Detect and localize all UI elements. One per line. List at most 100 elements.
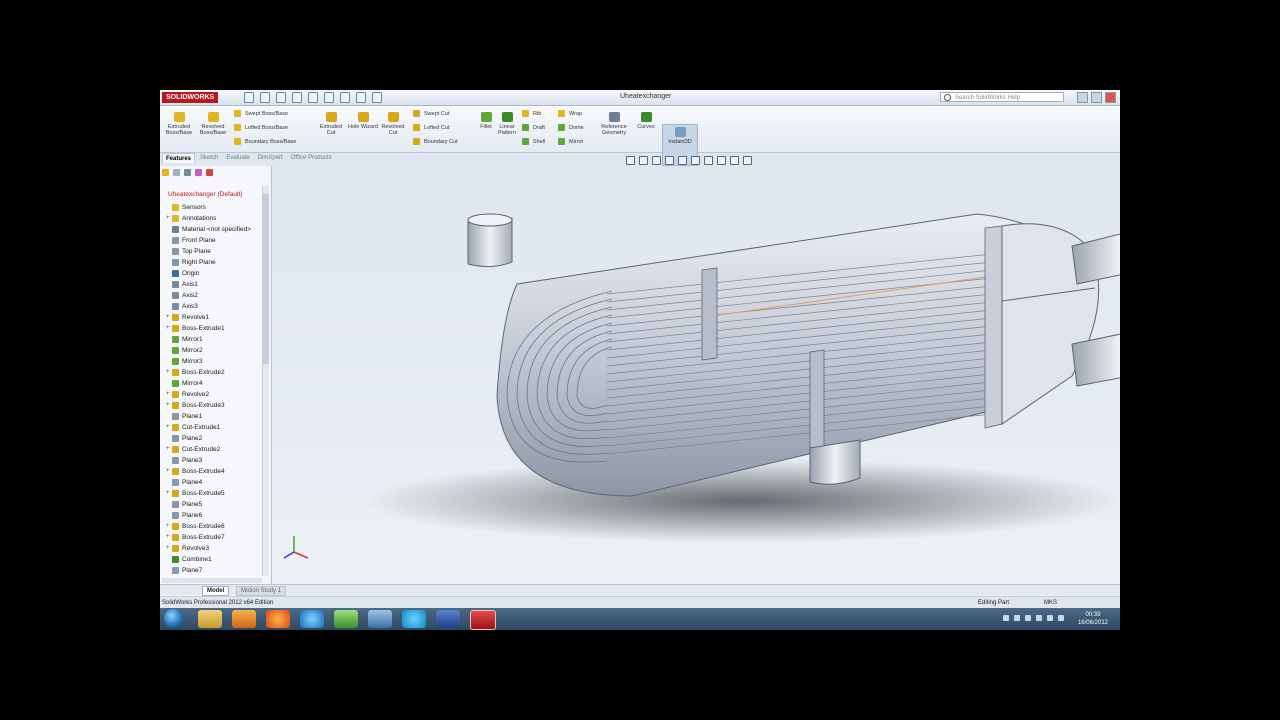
desktop-icon[interactable] [368,610,392,628]
tree-item[interactable]: Mirror2 [166,345,262,356]
tree-item[interactable]: + Cut-Extrude2 [166,444,262,455]
draft-button[interactable]: Draft [522,124,545,131]
rib-button[interactable]: Rib [522,110,541,117]
fillet-button[interactable]: Fillet [476,112,496,130]
hole-wizard-button[interactable]: Hole Wizard [348,112,378,130]
swept-boss-button[interactable]: Swept Boss/Base [234,110,288,117]
tree-item[interactable]: Top Plane [166,246,262,257]
tree-item[interactable]: + Boss-Extrude3 [166,400,262,411]
swept-cut-button[interactable]: Swept Cut [413,110,449,117]
select-icon[interactable] [324,92,334,103]
extruded-cut-button[interactable]: Extruded Cut [316,112,346,136]
tab-sketch[interactable]: Sketch [197,153,221,163]
tree-item[interactable]: + Annotations [166,213,262,224]
tree-item[interactable]: Plane7 [166,565,262,576]
tree-root-part[interactable]: Uheatexchanger (Default) [168,191,242,198]
dimxpert-manager-tab-icon[interactable] [195,169,202,176]
view-orientation-icon[interactable] [678,156,687,165]
tree-item[interactable]: + Boss-Extrude6 [166,521,262,532]
tree-item[interactable]: + Revolve1 [166,312,262,323]
dome-button[interactable]: Dome [558,124,584,131]
curves-button[interactable]: Curves [634,112,658,130]
tree-item[interactable]: + Cut-Extrude1 [166,422,262,433]
print-icon[interactable] [292,92,302,103]
feature-tree-tab-icon[interactable] [162,169,169,176]
tab-model[interactable]: Model [202,586,230,596]
start-button[interactable] [164,609,183,628]
tree-item[interactable]: Mirror1 [166,334,262,345]
property-manager-tab-icon[interactable] [173,169,180,176]
tree-item[interactable]: Plane3 [166,455,262,466]
tree-item[interactable]: Axis3 [166,301,262,312]
tree-item[interactable]: + Boss-Extrude4 [166,466,262,477]
open-icon[interactable] [260,92,270,103]
tree-item[interactable]: Combine1 [166,554,262,565]
reference-geometry-button[interactable]: Reference Geometry [596,112,632,136]
previous-view-icon[interactable] [652,156,661,165]
tree-item[interactable]: Axis1 [166,279,262,290]
signal-icon[interactable] [1047,615,1053,621]
flag-icon[interactable] [1014,615,1020,621]
display-style-icon[interactable] [691,156,700,165]
solidworks-logo[interactable]: SOLIDWORKS [162,92,219,103]
view-settings-icon[interactable] [743,156,752,165]
tree-item[interactable]: Sensors [166,202,262,213]
tab-dimxpert[interactable]: DimXpert [255,153,286,163]
skype-icon[interactable] [402,610,426,628]
tree-item[interactable]: Origin [166,268,262,279]
hide-show-items-icon[interactable] [704,156,713,165]
options-icon[interactable] [372,92,382,103]
lofted-boss-button[interactable]: Lofted Boss/Base [234,124,288,131]
scrollbar-thumb[interactable] [263,194,269,364]
boundary-boss-button[interactable]: Boundary Boss/Base [234,138,296,145]
maximize-button[interactable] [1091,92,1102,103]
tree-item[interactable]: Mirror4 [166,378,262,389]
tab-office-products[interactable]: Office Products [288,153,335,163]
section-view-icon[interactable] [665,156,674,165]
rebuild-icon[interactable] [340,92,350,103]
tree-item[interactable]: + Boss-Extrude5 [166,488,262,499]
tree-item[interactable]: Material <not specified> [166,224,262,235]
wrap-button[interactable]: Wrap [558,110,582,117]
explorer-icon[interactable] [198,610,222,628]
tree-item[interactable]: + Boss-Extrude2 [166,367,262,378]
tree-item[interactable]: Right Plane [166,257,262,268]
configuration-manager-tab-icon[interactable] [184,169,191,176]
minimize-button[interactable] [1077,92,1088,103]
tree-item[interactable]: Front Plane [166,235,262,246]
file-properties-icon[interactable] [356,92,366,103]
tree-item[interactable]: + Boss-Extrude7 [166,532,262,543]
revolved-cut-button[interactable]: Revolved Cut [378,112,408,136]
tree-item[interactable]: Axis2 [166,290,262,301]
tree-item[interactable]: + Boss-Extrude1 [166,323,262,334]
heat-exchanger-model[interactable] [272,166,1120,600]
internet-explorer-icon[interactable] [300,610,324,628]
edit-appearance-icon[interactable] [717,156,726,165]
tree-item[interactable]: Plane6 [166,510,262,521]
display-manager-tab-icon[interactable] [206,169,213,176]
boundary-cut-button[interactable]: Boundary Cut [413,138,458,145]
close-button[interactable] [1105,92,1116,103]
help-search-input[interactable]: Search SolidWorks Help [940,92,1064,102]
feature-tree-scrollbar[interactable] [262,186,269,576]
network-tray-icon[interactable] [1025,615,1031,621]
tree-item[interactable]: Plane2 [166,433,262,444]
new-icon[interactable] [244,92,254,103]
taskbar-clock[interactable]: 00:39 16/06/2012 [1078,611,1108,627]
firefox-icon[interactable] [266,610,290,628]
tree-item[interactable]: + Revolve2 [166,389,262,400]
solidworks-icon[interactable] [470,610,496,630]
volume-icon[interactable] [1058,615,1064,621]
apply-scene-icon[interactable] [730,156,739,165]
tree-item[interactable]: Plane5 [166,499,262,510]
graphics-area[interactable] [272,166,1120,600]
revolved-boss-button[interactable]: Revolved Boss/Base [198,112,228,136]
undo-icon[interactable] [308,92,318,103]
tab-features[interactable]: Features [162,153,196,163]
lofted-cut-button[interactable]: Lofted Cut [413,124,449,131]
tree-item[interactable]: Mirror3 [166,356,262,367]
media-player-icon[interactable] [232,610,256,628]
zoom-to-area-icon[interactable] [639,156,648,165]
network-icon[interactable] [334,610,358,628]
tree-item[interactable]: + Revolve3 [166,543,262,554]
